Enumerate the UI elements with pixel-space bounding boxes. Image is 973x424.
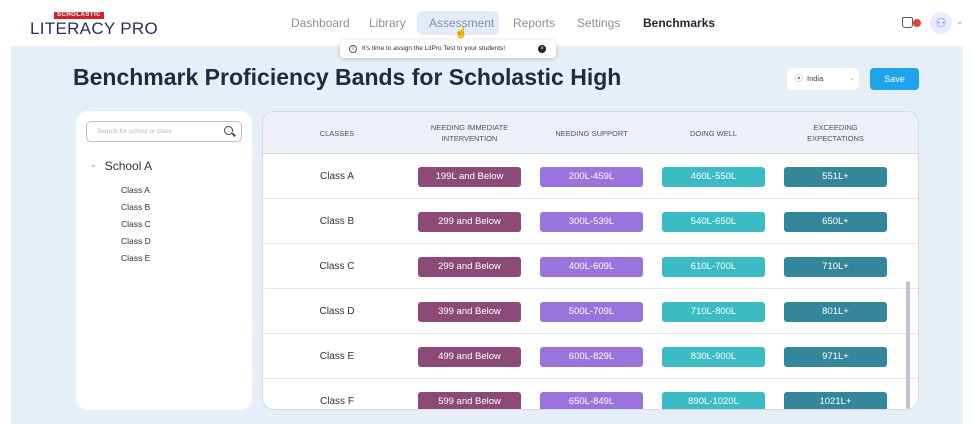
chevron-up-icon[interactable]: ⌄ <box>90 163 97 172</box>
sidebar-item-class-d[interactable]: Class D <box>121 236 151 246</box>
school-tree-item[interactable]: ⌄ School A <box>90 159 152 173</box>
literacy-pro-logo[interactable]: SCHOLASTIC LITERACY PRO <box>30 10 158 38</box>
benchmark-table: CLASSES NEEDING IMMEDIATE INTERVENTION N… <box>262 111 919 410</box>
sidebar-item-class-c[interactable]: Class C <box>121 219 151 229</box>
sidebar-item-class-a[interactable]: Class A <box>121 185 150 195</box>
sidebar-item-class-b[interactable]: Class B <box>121 202 150 212</box>
tooltip-text: It's time to assign the LitPro Test to y… <box>362 45 506 52</box>
column-header: CLASSES <box>319 128 355 138</box>
class-name-cell: Class F <box>320 396 354 407</box>
product-name: LITERACY PRO <box>30 19 158 38</box>
column-header: NEEDING SUPPORT <box>555 128 628 138</box>
bell-icon[interactable] <box>902 17 913 28</box>
band-pill[interactable]: 400L-609L <box>540 257 643 277</box>
band-pill[interactable]: 600L-829L <box>540 347 643 367</box>
band-pill[interactable]: 299 and Below <box>418 257 521 277</box>
nav-reports[interactable]: Reports <box>513 16 555 30</box>
band-pill[interactable]: 650L+ <box>784 212 887 232</box>
table-row: Class F 599 and Below 650L-849L 890L-1020L 1… <box>263 379 918 409</box>
class-name-cell: Class E <box>319 351 355 362</box>
band-pill[interactable]: 460L-550L <box>662 167 765 187</box>
band-pill[interactable]: 300L-539L <box>540 212 643 232</box>
band-pill[interactable]: 710L-800L <box>662 302 765 322</box>
band-pill[interactable]: 551L+ <box>784 167 887 187</box>
band-pill[interactable]: 971L+ <box>784 347 887 367</box>
main-content: Benchmark Proficiency Bands for Scholast… <box>11 46 963 424</box>
column-header: NEEDING IMMEDIATE INTERVENTION <box>430 123 509 143</box>
search-placeholder: Search for school or class <box>97 128 172 135</box>
band-pill[interactable]: 299 and Below <box>418 212 521 232</box>
band-pill[interactable]: 801L+ <box>784 302 887 322</box>
assessment-tooltip: i It's time to assign the LitPro Test to… <box>340 40 556 58</box>
region-value: India <box>807 74 824 83</box>
class-name-cell: Class B <box>319 216 355 227</box>
page-title: Benchmark Proficiency Bands for Scholast… <box>73 64 622 90</box>
band-pill[interactable]: 710L+ <box>784 257 887 277</box>
class-name-cell: Class D <box>319 306 355 317</box>
save-button[interactable]: Save <box>870 68 919 90</box>
table-row: Class B 299 and Below 300L-539L 540L-650L 65… <box>263 199 918 244</box>
table-row: Class A 199L and Below 200L-459L 460L-550L 5… <box>263 154 918 199</box>
band-pill[interactable]: 650L-849L <box>540 392 643 409</box>
band-pill[interactable]: 599 and Below <box>418 392 521 409</box>
user-icon[interactable]: ⚇ <box>930 12 952 34</box>
column-header: EXCEEDING EXPECTATIONS <box>807 123 864 143</box>
school-name: School A <box>104 159 153 173</box>
location-pin-icon: ⦿ <box>795 74 803 83</box>
region-select[interactable]: ⦿ India ⌄ <box>787 68 859 90</box>
band-pill[interactable]: 890L-1020L <box>662 392 765 409</box>
nav-benchmarks[interactable]: Benchmarks <box>643 16 715 30</box>
info-icon: i <box>349 45 357 53</box>
class-name-cell: Class C <box>319 261 355 272</box>
table-scrollbar[interactable] <box>906 281 910 409</box>
column-header: DOING WELL <box>689 128 738 138</box>
chevron-down-icon: ⌄ <box>849 75 855 82</box>
search-input[interactable]: Search for school or class <box>86 121 242 142</box>
band-pill[interactable]: 1021L+ <box>784 392 887 409</box>
table-row: Class D 399 and Below 500L-709L 710L-800L 80… <box>263 289 918 334</box>
hand-cursor-icon: ☝ <box>454 27 468 39</box>
nav-dashboard[interactable]: Dashboard <box>291 16 350 30</box>
table-row: Class C 299 and Below 400L-609L 610L-700L 71… <box>263 244 918 289</box>
band-pill[interactable]: 610L-700L <box>662 257 765 277</box>
notification-badge <box>913 19 921 27</box>
band-pill[interactable]: 399 and Below <box>418 302 521 322</box>
table-header: CLASSES NEEDING IMMEDIATE INTERVENTION N… <box>263 112 918 154</box>
nav-settings[interactable]: Settings <box>577 16 620 30</box>
chevron-down-icon[interactable]: ⌄ <box>956 16 964 27</box>
school-sidebar: Search for school or class ⌄ School A Cla… <box>76 111 252 410</box>
band-pill[interactable]: 500L-709L <box>540 302 643 322</box>
nav-library[interactable]: Library <box>369 16 406 30</box>
band-pill[interactable]: 199L and Below <box>418 167 521 187</box>
search-icon[interactable] <box>224 126 233 135</box>
brand-label: SCHOLASTIC <box>54 12 104 19</box>
band-pill[interactable]: 499 and Below <box>418 347 521 367</box>
band-pill[interactable]: 540L-650L <box>662 212 765 232</box>
close-icon[interactable]: × <box>538 45 546 53</box>
sidebar-item-class-e[interactable]: Class E <box>121 253 150 263</box>
class-name-cell: Class A <box>320 171 354 182</box>
band-pill[interactable]: 830L-900L <box>662 347 765 367</box>
table-row: Class E 499 and Below 600L-829L 830L-900L 97… <box>263 334 918 379</box>
band-pill[interactable]: 200L-459L <box>540 167 643 187</box>
